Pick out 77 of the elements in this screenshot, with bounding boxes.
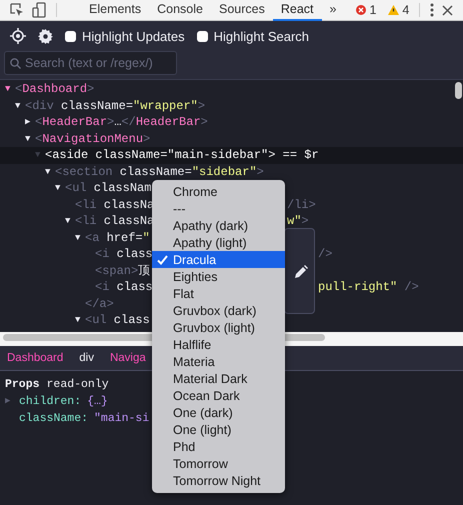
expand-arrow[interactable]: ▼ bbox=[75, 315, 80, 326]
error-count[interactable]: 1 bbox=[356, 3, 376, 17]
expand-arrow[interactable]: ▼ bbox=[15, 100, 20, 111]
prop-value: "main-si bbox=[94, 411, 150, 427]
scrollbar-thumb[interactable] bbox=[455, 82, 462, 99]
breadcrumb[interactable]: Naviga bbox=[110, 352, 146, 364]
checkbox-label: Highlight Search bbox=[214, 28, 310, 44]
menu-item[interactable]: One (light) bbox=[152, 421, 285, 438]
prop-key: className: bbox=[19, 410, 88, 427]
expand-arrow[interactable]: ▼ bbox=[55, 183, 60, 194]
search-icon bbox=[10, 58, 21, 68]
element-tag[interactable]: <ul class bbox=[85, 313, 150, 328]
expand-arrow[interactable]: ▼ bbox=[65, 216, 70, 226]
props-title: Props bbox=[5, 377, 40, 393]
warning-icon bbox=[388, 5, 400, 15]
menu-item[interactable]: Ocean Dark bbox=[152, 387, 285, 404]
menu-item[interactable]: Dracula bbox=[152, 251, 285, 268]
menu-item[interactable]: Tomorrow bbox=[152, 455, 285, 472]
expand-arrow[interactable]: ▼ bbox=[45, 166, 50, 177]
element-tag: /> bbox=[318, 246, 332, 262]
expand-arrow[interactable]: ▼ bbox=[75, 232, 80, 243]
settings-icon[interactable] bbox=[38, 28, 53, 44]
element-tag[interactable]: <i class bbox=[95, 247, 153, 262]
element-tag: w"> bbox=[287, 213, 309, 230]
element-tag[interactable]: <NavigationMenu> bbox=[35, 132, 150, 146]
menu-item[interactable]: Phd bbox=[152, 438, 285, 455]
devtools-tab[interactable]: Console bbox=[149, 0, 211, 20]
warning-count[interactable]: 4 bbox=[388, 3, 410, 17]
expand-arrow[interactable]: ▼ bbox=[5, 84, 10, 94]
devtools-tab[interactable]: Elements bbox=[81, 0, 150, 20]
more-icon[interactable] bbox=[430, 3, 434, 17]
expand-arrow[interactable]: ▶ bbox=[25, 117, 30, 128]
element-tag[interactable]: <section className="sidebar"> bbox=[55, 164, 264, 179]
prop-key: children: bbox=[19, 393, 82, 410]
element-tag: pull-right" /> bbox=[318, 279, 419, 296]
devtools-tab[interactable]: » bbox=[322, 0, 344, 20]
menu-item[interactable]: Gruvbox (dark) bbox=[152, 302, 285, 319]
prop-value: {…} bbox=[87, 394, 108, 410]
close-icon[interactable] bbox=[442, 4, 454, 16]
inspect-icon[interactable] bbox=[10, 3, 24, 17]
menu-item[interactable]: Halflife bbox=[152, 336, 285, 353]
pencil-icon[interactable] bbox=[295, 264, 308, 278]
warning-count-text: 4 bbox=[402, 3, 410, 17]
error-icon bbox=[356, 5, 366, 15]
props-note: read-only bbox=[46, 377, 109, 393]
checkbox-label: Highlight Updates bbox=[82, 28, 185, 44]
element-tag[interactable]: <HeaderBar>…</HeaderBar> bbox=[35, 115, 208, 130]
menu-item[interactable]: Tomorrow Night bbox=[152, 472, 285, 489]
menu-item[interactable]: Flat bbox=[152, 285, 285, 302]
element-tag[interactable]: <ul classNam bbox=[65, 181, 152, 196]
checkbox[interactable] bbox=[65, 30, 76, 42]
breadcrumb[interactable]: div bbox=[79, 352, 94, 364]
element-tag[interactable]: <span>顶 bbox=[95, 262, 150, 280]
element-tag: /li> bbox=[287, 196, 316, 213]
menu-item[interactable]: Material Dark bbox=[152, 370, 285, 387]
element-tag[interactable]: <i class bbox=[95, 280, 153, 294]
target-icon[interactable] bbox=[10, 28, 26, 44]
menu-item[interactable]: Chrome bbox=[152, 183, 285, 200]
device-icon[interactable] bbox=[32, 2, 46, 18]
menu-item[interactable]: Gruvbox (light) bbox=[152, 319, 285, 336]
menu-item[interactable]: Eighties bbox=[152, 268, 285, 285]
search-field[interactable]: Search (text or /regex/) bbox=[4, 51, 177, 75]
devtools-tab[interactable]: Sources bbox=[210, 0, 273, 20]
menu-item[interactable]: Apathy (light) bbox=[152, 234, 285, 251]
menu-item[interactable]: One (dark) bbox=[152, 404, 285, 421]
element-tag[interactable]: <aside className="main-sidebar"> == $r bbox=[45, 148, 319, 162]
menu-item[interactable]: --- bbox=[152, 200, 285, 217]
checkbox[interactable] bbox=[196, 30, 208, 42]
element-tag[interactable]: <a href=" bbox=[85, 230, 150, 245]
element-tag[interactable]: <div className="wrapper"> bbox=[25, 98, 206, 113]
error-count-text: 1 bbox=[369, 3, 376, 17]
checkmark-icon bbox=[157, 254, 168, 264]
menu-item[interactable]: Apathy (dark) bbox=[152, 217, 285, 234]
breadcrumb[interactable]: Dashboard bbox=[7, 352, 64, 364]
expand-arrow[interactable]: ▼ bbox=[25, 134, 30, 144]
menu-item[interactable]: Materia bbox=[152, 353, 285, 370]
element-tag[interactable]: <Dashboard> bbox=[15, 82, 94, 96]
